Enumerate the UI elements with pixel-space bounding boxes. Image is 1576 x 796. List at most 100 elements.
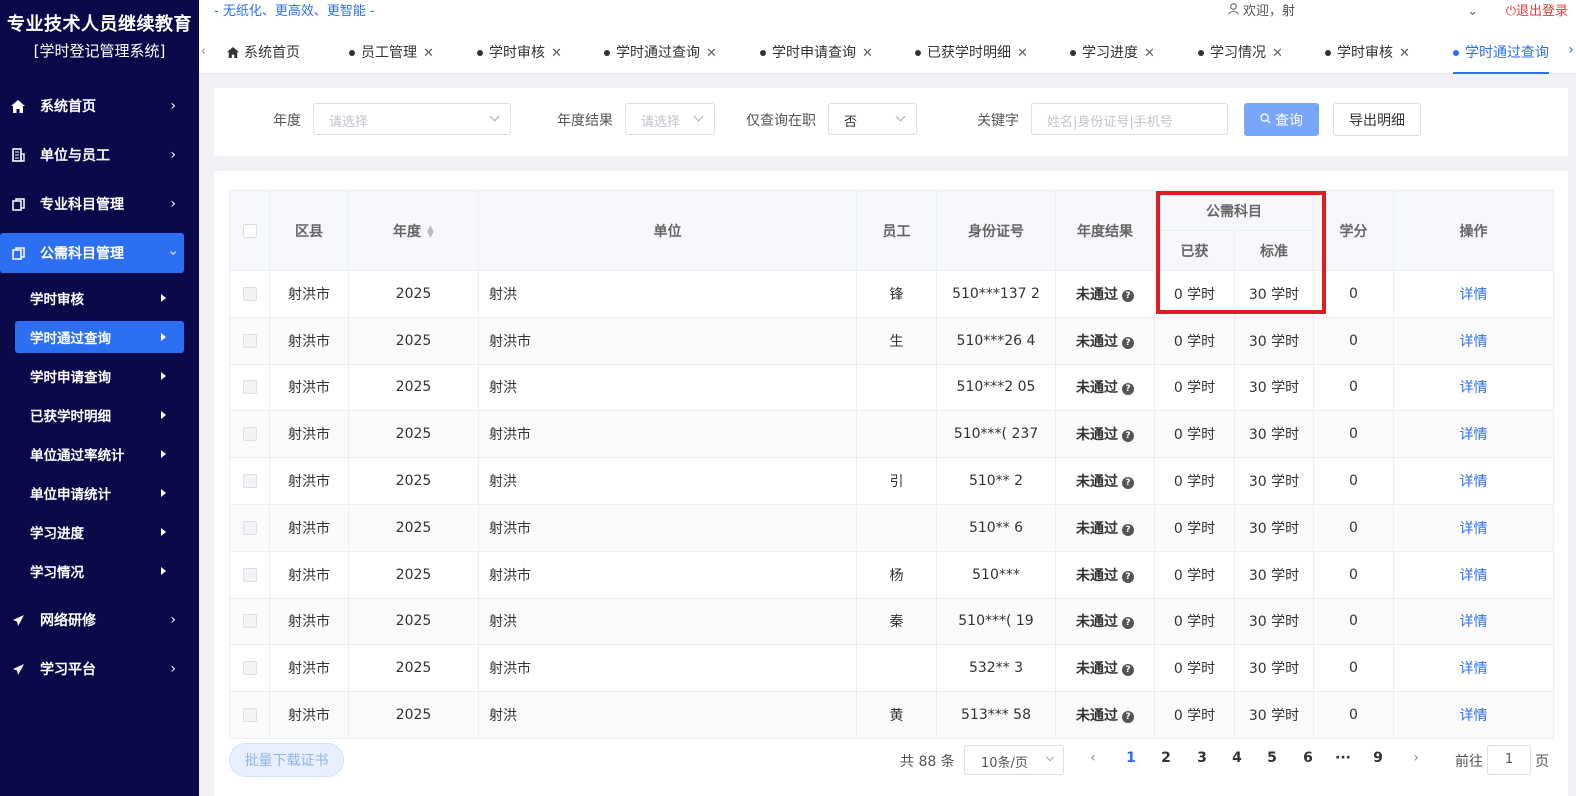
sidebar-item-professional-subjects[interactable]: 专业科目管理 › <box>0 184 184 224</box>
help-icon[interactable]: ? <box>1122 617 1134 630</box>
detail-link[interactable]: 详情 <box>1460 380 1488 396</box>
query-button[interactable]: 查询 <box>1244 103 1319 136</box>
unit-cell: 射洪市 <box>478 410 857 459</box>
annual-result-cell: 未通过? <box>1055 316 1155 365</box>
tab-hour-apply-query[interactable]: 学时申请查询 ✕ <box>760 32 873 74</box>
help-icon[interactable]: ? <box>1122 430 1134 443</box>
row-checkbox[interactable] <box>242 286 257 301</box>
tab-study-progress[interactable]: 学习进度 ✕ <box>1070 32 1155 74</box>
detail-link[interactable]: 详情 <box>1460 287 1488 303</box>
tab-home[interactable]: 系统首页 <box>227 32 300 74</box>
tab-study-status[interactable]: 学习情况 ✕ <box>1198 32 1283 74</box>
chevron-right-icon: › <box>170 196 176 212</box>
row-checkbox[interactable] <box>242 614 257 629</box>
employed-select[interactable]: 否 <box>828 103 917 135</box>
select-all-checkbox[interactable] <box>242 223 257 238</box>
help-icon[interactable]: ? <box>1122 570 1134 583</box>
detail-link[interactable]: 详情 <box>1460 614 1488 630</box>
goto-page-input[interactable]: 1 <box>1487 745 1531 775</box>
detail-link[interactable]: 详情 <box>1460 568 1488 584</box>
submenu-unit-pass-rate[interactable]: 单位通过率统计 <box>15 438 184 470</box>
row-checkbox[interactable] <box>242 661 257 676</box>
page-5[interactable]: 5 <box>1262 750 1282 766</box>
export-button[interactable]: 导出明细 <box>1333 103 1421 136</box>
tab-hour-review-2[interactable]: 学时审核 ✕ <box>1325 32 1410 74</box>
batch-download-button[interactable]: 批量下载证书 <box>229 743 344 777</box>
sidebar-item-home[interactable]: 系统首页 › <box>0 86 184 126</box>
tab-obtained-hours[interactable]: 已获学时明细 ✕ <box>915 32 1028 74</box>
help-icon[interactable]: ? <box>1122 336 1134 349</box>
detail-link[interactable]: 详情 <box>1460 661 1488 677</box>
year-select[interactable]: 请选择 <box>313 103 511 135</box>
close-icon[interactable]: ✕ <box>1399 46 1410 61</box>
help-icon[interactable]: ? <box>1122 664 1134 677</box>
next-page-icon[interactable]: › <box>1406 750 1426 766</box>
close-icon[interactable]: ✕ <box>706 46 717 61</box>
caret-right-icon <box>161 567 166 575</box>
help-icon[interactable]: ? <box>1122 289 1134 302</box>
submenu-study-status[interactable]: 学习情况 <box>15 555 184 587</box>
close-icon[interactable]: ✕ <box>1272 46 1283 61</box>
row-checkbox[interactable] <box>242 333 257 348</box>
submenu-unit-apply-stats[interactable]: 单位申请统计 <box>15 477 184 509</box>
page-4[interactable]: 4 <box>1227 750 1247 766</box>
credit-cell: 0 <box>1313 691 1394 739</box>
row-checkbox[interactable] <box>242 708 257 723</box>
standard-cell: 30 学时 <box>1234 316 1314 365</box>
row-checkbox[interactable] <box>242 520 257 535</box>
tab-hour-pass-query[interactable]: 学时通过查询 ✕ <box>604 32 717 74</box>
row-checkbox[interactable] <box>242 427 257 442</box>
help-icon[interactable]: ? <box>1122 711 1134 724</box>
submenu-hour-review[interactable]: 学时审核 <box>15 282 184 314</box>
sidebar-item-learning-platform[interactable]: 学习平台 › <box>0 649 184 689</box>
detail-link[interactable]: 详情 <box>1460 427 1488 443</box>
tab-label: 学习进度 <box>1082 45 1138 61</box>
page-9[interactable]: 9 <box>1368 750 1388 766</box>
tab-scroll-left-icon[interactable]: ‹ <box>201 44 206 59</box>
close-icon[interactable]: ✕ <box>1144 46 1155 61</box>
row-checkbox[interactable] <box>242 380 257 395</box>
query-label: 查询 <box>1275 112 1303 129</box>
row-checkbox[interactable] <box>242 474 257 489</box>
sidebar-item-units[interactable]: 单位与员工 › <box>0 135 184 175</box>
help-icon[interactable]: ? <box>1122 477 1134 490</box>
detail-link[interactable]: 详情 <box>1460 521 1488 537</box>
close-icon[interactable]: ✕ <box>423 46 434 61</box>
page-3[interactable]: 3 <box>1192 750 1212 766</box>
close-icon[interactable]: ✕ <box>1017 46 1028 61</box>
close-icon[interactable]: ✕ <box>551 46 562 61</box>
detail-link[interactable]: 详情 <box>1460 474 1488 490</box>
sort-icon[interactable]: ▲ ▼ <box>427 224 434 239</box>
help-icon[interactable]: ? <box>1122 383 1134 396</box>
submenu-study-progress[interactable]: 学习进度 <box>15 516 184 548</box>
annual-result-cell: 未通过? <box>1055 410 1155 459</box>
logout-button[interactable]: ⏻退出登录 <box>1506 0 1568 19</box>
prev-page-icon[interactable]: ‹ <box>1083 750 1103 766</box>
close-icon[interactable]: ✕ <box>862 46 873 61</box>
page-6[interactable]: 6 <box>1298 750 1318 766</box>
help-icon[interactable]: ? <box>1122 523 1134 536</box>
row-checkbox[interactable] <box>242 567 257 582</box>
page-size-select[interactable]: 10条/页 <box>964 745 1064 775</box>
result-select[interactable]: 请选择 <box>625 103 715 135</box>
sidebar-item-online-training[interactable]: 网络研修 › <box>0 600 184 640</box>
submenu-hour-apply-query[interactable]: 学时申请查询 <box>15 360 184 392</box>
detail-link[interactable]: 详情 <box>1460 334 1488 350</box>
year-header[interactable]: 年度 ▲ ▼ <box>348 190 479 271</box>
detail-link[interactable]: 详情 <box>1460 708 1488 724</box>
tab-hour-review[interactable]: 学时审核 ✕ <box>477 32 562 74</box>
sidebar-item-public-subjects[interactable]: 公需科目管理 › <box>0 233 184 273</box>
row-select-cell <box>229 550 270 599</box>
page-2[interactable]: 2 <box>1156 750 1176 766</box>
employee-cell <box>856 410 937 459</box>
user-menu[interactable]: 欢迎，射 ⌄ <box>1228 0 1478 19</box>
page-1[interactable]: 1 <box>1121 750 1141 766</box>
tab-employee-management[interactable]: 员工管理 ✕ <box>349 32 434 74</box>
submenu-obtained-hours[interactable]: 已获学时明细 <box>15 399 184 431</box>
year-cell: 2025 <box>348 270 479 318</box>
more-pages-icon[interactable]: ··· <box>1333 750 1353 766</box>
tab-scroll-right-icon[interactable]: › <box>1568 42 1574 58</box>
keyword-input[interactable]: 姓名|身份证号|手机号 <box>1031 103 1228 135</box>
tab-hour-pass-query-active[interactable]: 学时通过查询 <box>1453 32 1549 74</box>
submenu-hour-pass-query[interactable]: 学时通过查询 <box>15 321 184 353</box>
